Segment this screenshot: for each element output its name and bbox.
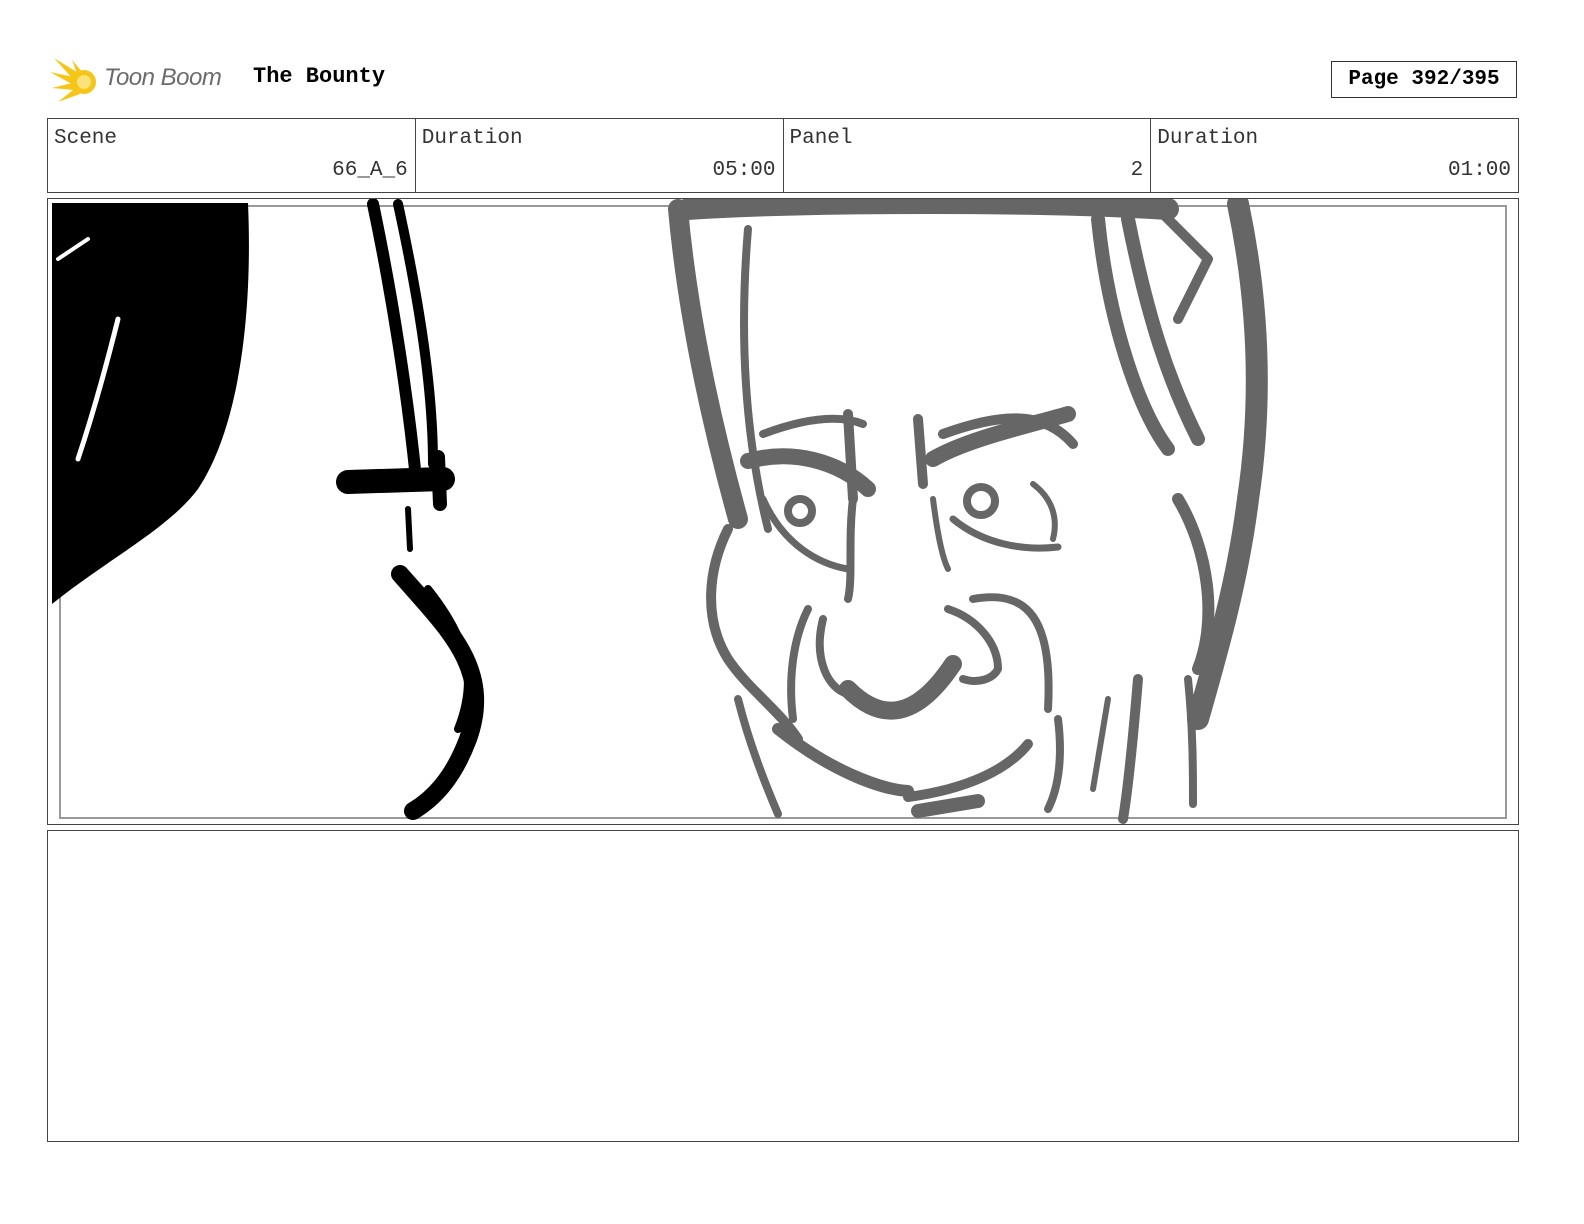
panel-cell: Panel 2: [784, 119, 1152, 192]
toon-boom-burst-icon: [50, 58, 96, 102]
panel-duration-label: Duration: [1157, 127, 1259, 150]
panel-duration-cell: Duration 01:00: [1151, 119, 1518, 192]
scene-info-table: Scene 66_A_6 Duration 05:00 Panel 2 Dura…: [47, 118, 1519, 193]
background-character-sketch: [668, 199, 1268, 824]
panel-notes-area: [47, 830, 1519, 1142]
toon-boom-logo: Toon Boom: [50, 54, 240, 108]
panel-sketch: [52, 199, 1507, 824]
storyboard-panel: [47, 198, 1519, 825]
scene-duration-value: 05:00: [712, 159, 776, 182]
logo-text: Toon Boom: [104, 64, 222, 91]
project-title: The Bounty: [253, 64, 386, 89]
scene-cell: Scene 66_A_6: [48, 119, 416, 192]
panel-value: 2: [1130, 159, 1144, 182]
scene-duration-cell: Duration 05:00: [416, 119, 784, 192]
page-label: Page: [1348, 68, 1399, 91]
page-indicator: Page 392/395: [1331, 61, 1517, 98]
scene-label: Scene: [54, 127, 118, 150]
foreground-character-sketch: [52, 199, 485, 820]
scene-duration-label: Duration: [421, 127, 523, 150]
page-number: 392/395: [1411, 68, 1500, 91]
panel-label: Panel: [789, 127, 853, 150]
panel-duration-value: 01:00: [1447, 159, 1511, 182]
scene-value: 66_A_6: [332, 159, 408, 182]
